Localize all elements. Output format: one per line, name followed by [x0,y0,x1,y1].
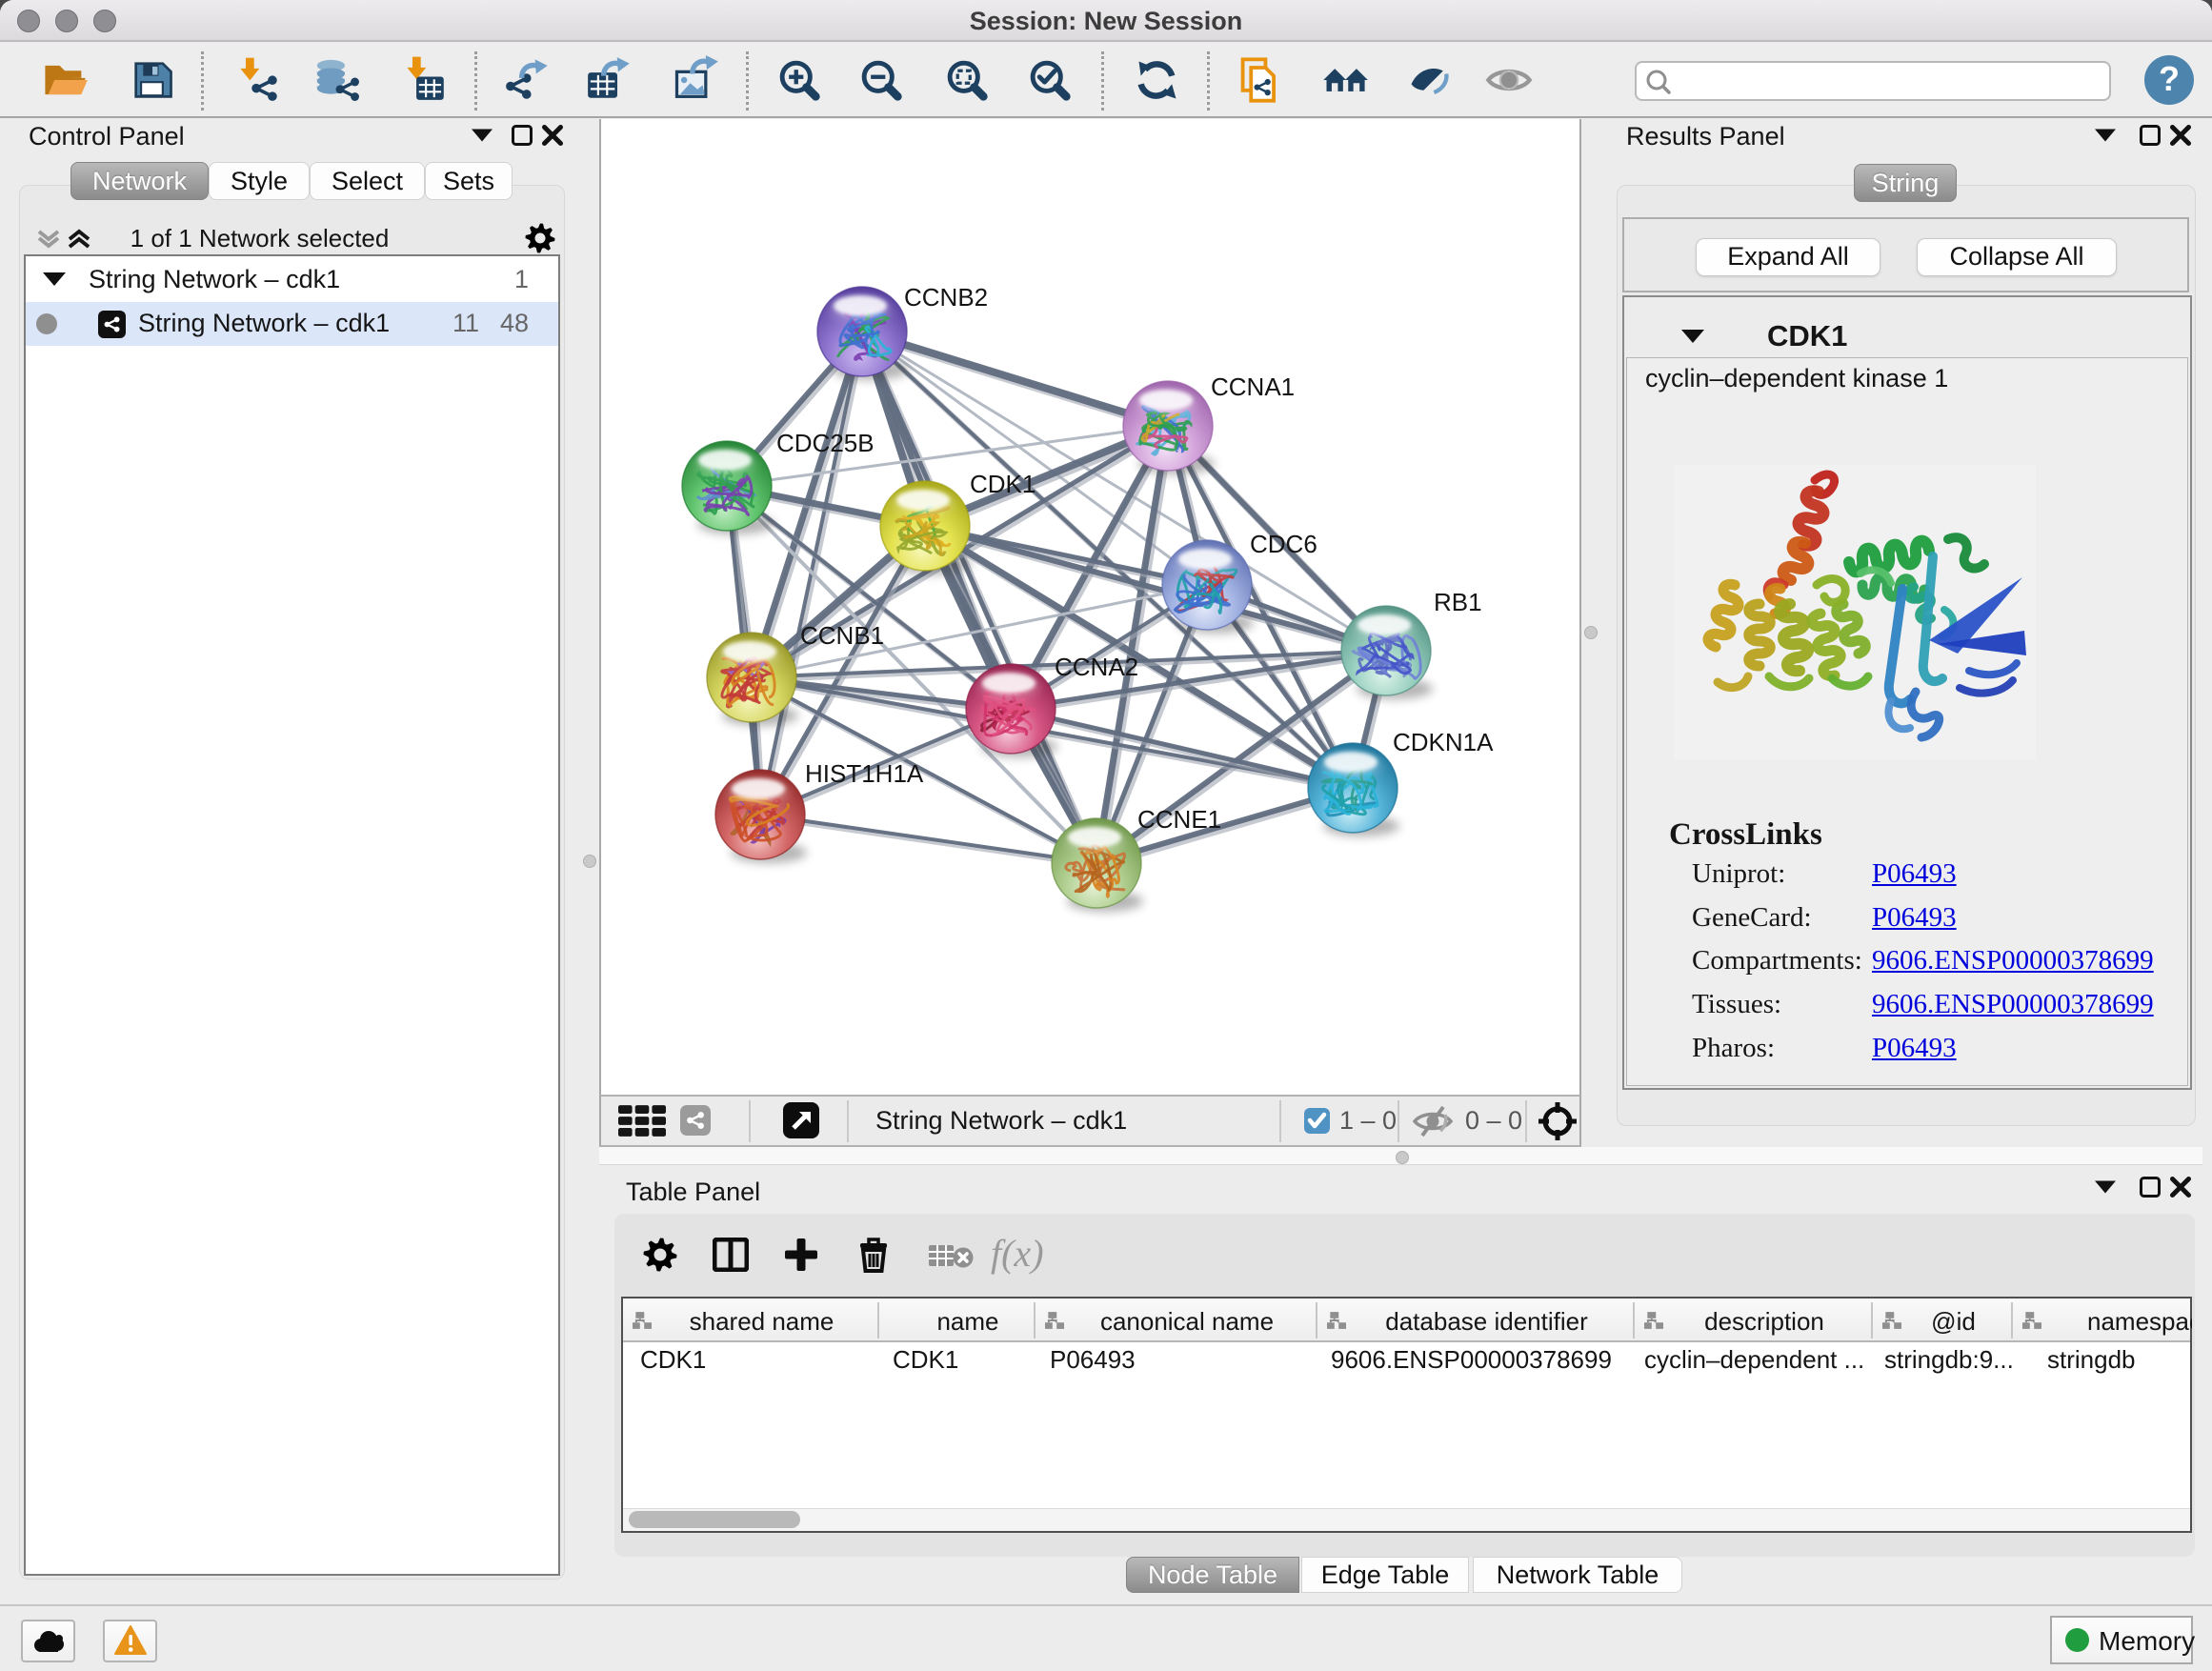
svg-text:RB1: RB1 [1434,588,1482,616]
svg-text:CDC25B: CDC25B [776,429,875,457]
svg-text:CCNE1: CCNE1 [1137,805,1221,834]
svg-text:CDKN1A: CDKN1A [1393,728,1494,756]
svg-text:CCNB2: CCNB2 [904,283,988,312]
svg-text:HIST1H1A: HIST1H1A [805,759,924,788]
svg-text:CCNB1: CCNB1 [800,621,884,650]
svg-text:CDK1: CDK1 [970,470,1036,498]
svg-text:CCNA1: CCNA1 [1211,372,1295,401]
svg-text:CDC6: CDC6 [1250,530,1317,558]
svg-text:CCNA2: CCNA2 [1055,653,1138,681]
